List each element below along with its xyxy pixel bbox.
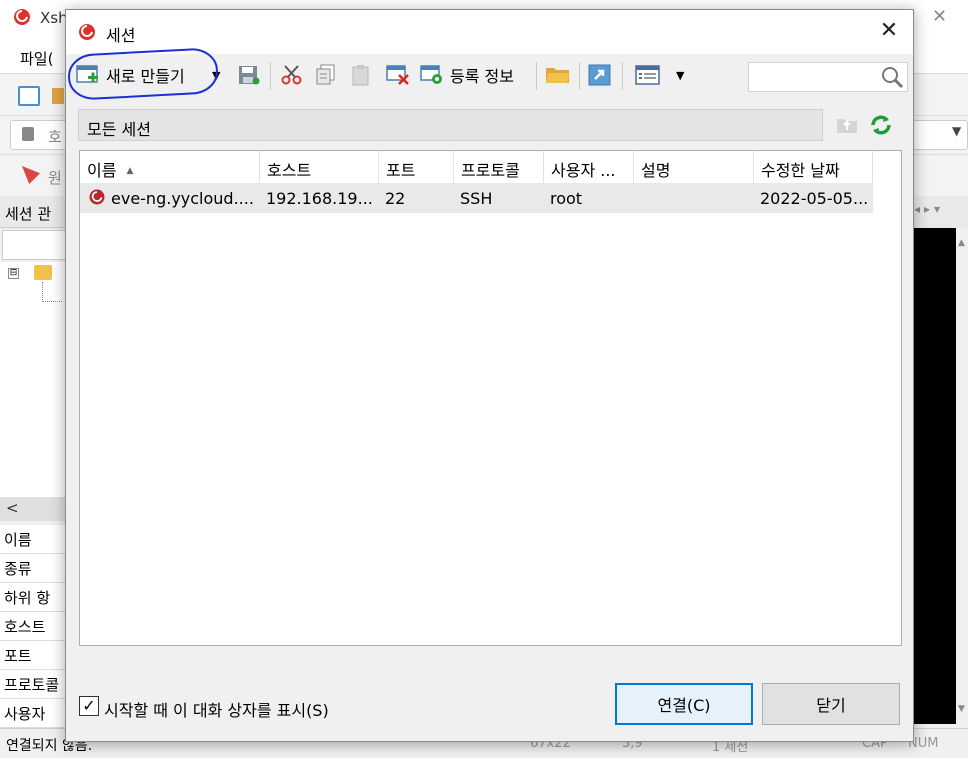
save-icon [239, 66, 260, 85]
session-modified: 2022-05-05... [760, 189, 869, 208]
properties-gear-icon [420, 65, 442, 84]
property-host: 호스트 [0, 612, 66, 641]
delete-icon [386, 65, 409, 85]
folder-icon [546, 68, 570, 83]
chevron-left-icon[interactable]: < [6, 499, 19, 517]
chevron-down-icon: ▼ [676, 68, 685, 82]
toolbar-separator [622, 62, 623, 90]
copy-button[interactable] [314, 60, 338, 90]
main-window-close-icon[interactable]: ✕ [932, 6, 947, 27]
property-port: 포트 [0, 641, 66, 670]
property-name: 이름 [0, 525, 66, 554]
lock-icon [22, 127, 34, 141]
close-button[interactable]: 닫기 [762, 683, 900, 725]
save-button[interactable] [237, 60, 261, 90]
session-path: 모든 세션 [87, 120, 151, 139]
tab-scroll-arrows[interactable]: ◂▸▾ [914, 202, 944, 216]
column-label: 설명 [641, 161, 671, 180]
xshell-app-icon [79, 24, 95, 40]
tree-toggle-icon[interactable]: ⊟ [8, 268, 19, 279]
cut-button[interactable] [280, 60, 304, 90]
main-window-title: Xsh [40, 9, 68, 27]
search-icon[interactable] [880, 65, 904, 89]
properties-button[interactable]: 등록 정보 [420, 60, 514, 90]
folder-up-icon[interactable] [836, 114, 858, 136]
session-icon [89, 189, 105, 205]
scroll-up-icon[interactable]: ▲ [958, 238, 965, 248]
property-user: 사용자 [0, 699, 66, 728]
toolbar-separator [270, 62, 271, 90]
session-manager-search[interactable] [2, 230, 66, 260]
column-label: 수정한 날짜 [761, 161, 840, 180]
link-text[interactable]: 원 [48, 167, 62, 188]
toolbar-separator [536, 62, 537, 90]
paste-icon [352, 65, 369, 86]
property-type: 종류 [0, 554, 66, 583]
folder-icon[interactable] [34, 265, 52, 280]
column-label: 사용자 ... [551, 161, 616, 180]
new-session-label: 새로 만들기 [106, 67, 185, 86]
scissors-icon [281, 65, 302, 85]
show-on-startup-checkbox[interactable]: ✓ [79, 696, 99, 716]
chevron-down-icon: ▼ [212, 68, 221, 82]
session-port: 22 [385, 189, 406, 208]
close-icon[interactable]: ✕ [876, 18, 902, 44]
shortcut-arrow-icon [588, 64, 611, 86]
vertical-scrollbar[interactable] [956, 228, 968, 724]
column-header-protocol[interactable]: 프로토콜 [454, 151, 544, 183]
open-folder-button[interactable] [545, 60, 571, 90]
delete-button[interactable] [386, 60, 410, 90]
shortcut-button[interactable] [588, 60, 612, 90]
tree-connector [42, 282, 62, 302]
column-label: 프로토콜 [461, 161, 520, 180]
show-on-startup-label[interactable]: 시작할 때 이 대화 상자를 표시(S) [104, 697, 329, 721]
toolbar-dropdown-button[interactable]: ▼ [212, 60, 220, 90]
table-row[interactable]: eve-ng.yycloud.... 192.168.19... 22 SSH … [80, 183, 873, 213]
sort-ascending-icon: ▲ [126, 166, 134, 176]
column-label: 이름 [87, 161, 117, 180]
dialog-titlebar [66, 10, 913, 54]
sessions-dialog: 세션 ✕ 새로 만들기 ▼ 등록 정보 ▼ 모든 세션 이름 ▲ 호스트 포트 … [65, 9, 914, 742]
terminal-area[interactable] [912, 228, 956, 724]
connect-label: 연결(C) [657, 696, 711, 715]
view-button[interactable] [635, 60, 661, 90]
paste-button[interactable] [349, 60, 373, 90]
toolbar-separator [579, 62, 580, 90]
session-user: root [550, 189, 583, 208]
dialog-title: 세션 [106, 26, 136, 45]
new-session-icon [76, 65, 98, 83]
new-session-icon[interactable] [18, 86, 40, 106]
xshell-app-icon [14, 9, 30, 25]
address-placeholder: 호 [48, 128, 62, 146]
copy-icon [316, 64, 335, 85]
column-header-host[interactable]: 호스트 [260, 151, 379, 183]
session-host: 192.168.19... [266, 189, 373, 208]
column-label: 호스트 [267, 161, 312, 180]
list-view-icon [635, 65, 660, 85]
column-header-name[interactable]: 이름 ▲ [80, 151, 260, 183]
close-label: 닫기 [816, 696, 846, 715]
scroll-down-icon[interactable]: ▼ [958, 704, 965, 714]
property-subitems: 하위 항 [0, 583, 66, 612]
new-session-button[interactable]: 새로 만들기 [76, 60, 185, 90]
column-label: 포트 [386, 161, 416, 180]
column-header-user[interactable]: 사용자 ... [544, 151, 634, 183]
session-protocol: SSH [460, 189, 493, 208]
session-path-bar: 모든 세션 [78, 109, 823, 141]
chevron-down-icon[interactable]: ▼ [952, 124, 961, 138]
menu-file[interactable]: 파일( [20, 48, 53, 69]
connect-button[interactable]: 연결(C) [615, 683, 753, 725]
session-manager-title: 세션 관 [5, 205, 52, 223]
session-name: eve-ng.yycloud.... [111, 189, 254, 208]
property-protocol: 프로토콜 [0, 670, 66, 699]
column-header-description[interactable]: 설명 [634, 151, 754, 183]
column-header-port[interactable]: 포트 [379, 151, 454, 183]
properties-label: 등록 정보 [450, 67, 514, 86]
session-list: 이름 ▲ 호스트 포트 프로토콜 사용자 ... 설명 수정한 날짜 eve-ng… [79, 150, 902, 646]
view-dropdown-button[interactable]: ▼ [676, 60, 684, 90]
folder-icon[interactable] [52, 88, 64, 104]
refresh-icon[interactable] [868, 112, 894, 138]
column-header-modified[interactable]: 수정한 날짜 [754, 151, 873, 183]
